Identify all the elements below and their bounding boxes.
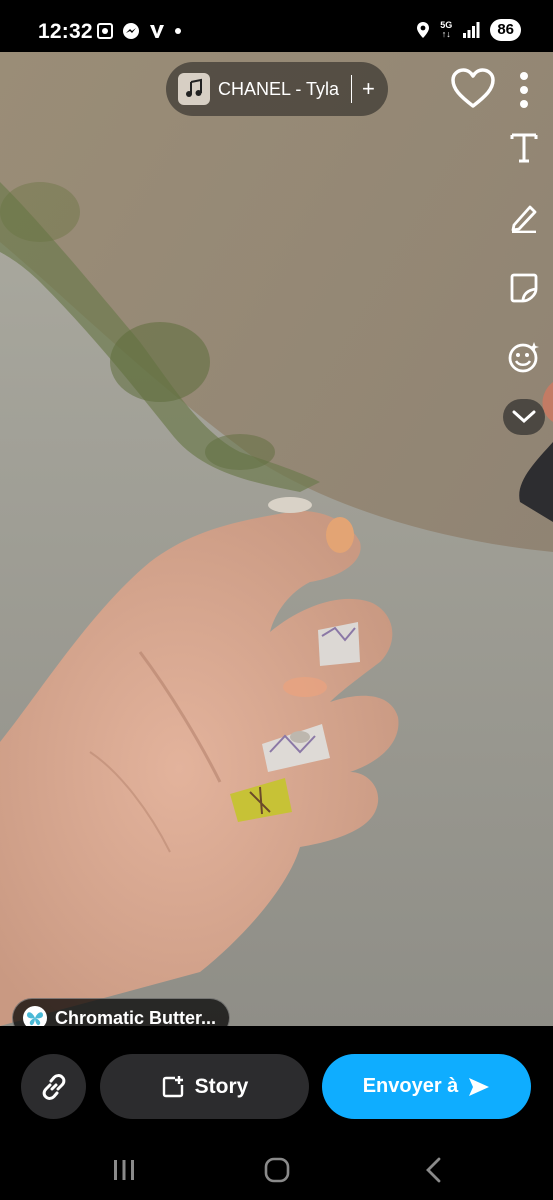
status-time: 12:32 (38, 20, 93, 43)
status-right-icons: 5G ↑↓ 86 (416, 19, 521, 41)
link-button[interactable] (21, 1054, 86, 1119)
home-button[interactable] (262, 1155, 292, 1185)
back-button[interactable] (420, 1155, 446, 1185)
more-options-icon[interactable] (512, 70, 536, 110)
story-button[interactable]: Story (100, 1054, 309, 1119)
send-to-button[interactable]: Envoyer à (322, 1054, 531, 1119)
snap-photo (0, 52, 553, 1026)
sticker-icon[interactable] (503, 266, 545, 308)
status-notification-icons (96, 22, 182, 40)
heart-icon[interactable] (450, 66, 496, 112)
emoji-lens-icon[interactable] (503, 336, 545, 378)
pill-divider (351, 75, 353, 103)
pencil-icon[interactable] (503, 196, 545, 238)
signal-icon (463, 22, 480, 38)
dot-icon (175, 28, 181, 34)
link-icon (42, 1073, 65, 1100)
recent-apps-icon (114, 1160, 134, 1180)
music-track-title: CHANEL - Tyla (218, 78, 340, 99)
send-button-label: Envoyer à (362, 1075, 459, 1097)
story-button-label: Story (194, 1074, 249, 1098)
add-music-button[interactable]: + (362, 76, 375, 102)
music-note-icon (178, 73, 210, 105)
network-type: 5G ↑↓ (440, 20, 453, 39)
send-arrow-icon (469, 1077, 490, 1096)
back-icon (426, 1157, 441, 1183)
screenshot-icon (97, 23, 113, 39)
home-icon (264, 1157, 290, 1183)
text-tool-icon[interactable] (503, 126, 545, 168)
snap-preview[interactable] (0, 52, 553, 1026)
music-track-pill[interactable]: CHANEL - Tyla + (166, 62, 388, 116)
v-app-icon (150, 25, 164, 38)
recent-apps-button[interactable] (110, 1155, 138, 1185)
location-icon (417, 22, 430, 38)
battery-level: 86 (490, 19, 521, 41)
add-story-icon (162, 1075, 183, 1097)
status-bar: 12:32 5G ↑↓ 86 (0, 0, 553, 52)
chevron-down-icon[interactable] (503, 399, 545, 435)
messenger-icon (123, 23, 139, 39)
